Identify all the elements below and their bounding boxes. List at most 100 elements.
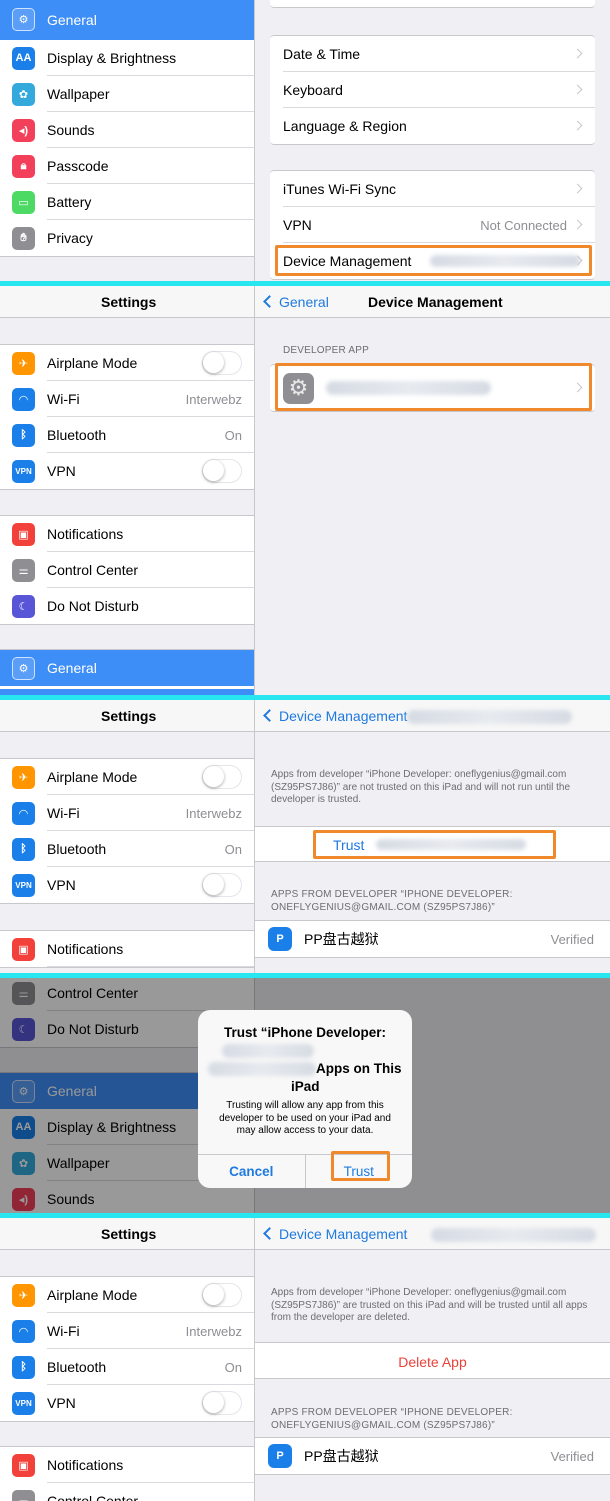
moon-icon: ☾ xyxy=(12,594,35,618)
row-label: Device Management xyxy=(283,253,412,269)
airplane-toggle[interactable] xyxy=(202,351,242,375)
app-row-pp[interactable]: P PP盘古越狱 Verified xyxy=(255,921,610,957)
vpn-icon: VPN xyxy=(12,873,35,897)
section-header: APPS FROM DEVELOPER “IPHONE DEVELOPER: O… xyxy=(271,889,513,913)
wifi-network: Interwebz xyxy=(185,391,242,407)
settings-sidebar: Settings ✈ Airplane Mode ◠ Wi-Fi Interwe… xyxy=(0,286,255,697)
wifi-network: Interwebz xyxy=(185,805,242,821)
sidebar-item-notifications[interactable]: ▣ Notifications xyxy=(0,931,254,967)
sidebar-item-notifications[interactable]: ▣ Notifications xyxy=(0,516,254,552)
sidebar-item-wifi[interactable]: ◠ Wi-Fi Interwebz xyxy=(0,381,254,417)
toggles-icon: ⚌ xyxy=(12,558,35,582)
delete-app-button[interactable]: Delete App xyxy=(255,1354,610,1370)
app-name: PP盘古越狱 xyxy=(304,931,379,947)
airplane-toggle[interactable] xyxy=(202,1283,242,1307)
back-button-device-management[interactable]: Device Management xyxy=(263,708,407,724)
row-label: Date & Time xyxy=(283,46,361,62)
sidebar-item-label: Wi-Fi xyxy=(47,391,80,407)
airplane-icon: ✈ xyxy=(12,351,35,375)
vpn-toggle[interactable] xyxy=(202,459,242,483)
bluetooth-icon: ᛒ xyxy=(12,837,35,861)
sidebar-item-sounds[interactable]: ◂) Sounds xyxy=(0,112,254,148)
pp-app-icon: P xyxy=(268,927,292,951)
sidebar-item-control-center[interactable]: ⚌ Control Center xyxy=(0,1483,254,1501)
sidebar-item-label: Do Not Disturb xyxy=(47,598,139,614)
detail-navbar: General Device Management xyxy=(255,286,610,318)
sidebar-item-wifi[interactable]: ◠ Wi-Fi Interwebz xyxy=(0,795,254,831)
sidebar-item-bluetooth[interactable]: ᛒ Bluetooth On xyxy=(0,417,254,453)
sidebar-navbar: Settings xyxy=(0,1218,254,1250)
divider xyxy=(0,1213,610,1218)
sidebar-item-general[interactable]: ⚙ General xyxy=(0,650,254,686)
gear-icon: ⚙ xyxy=(283,372,314,404)
vpn-toggle[interactable] xyxy=(202,873,242,897)
divider xyxy=(0,973,610,978)
chevron-left-icon xyxy=(263,295,276,308)
notifications-icon: ▣ xyxy=(12,1453,35,1477)
cancel-button[interactable]: Cancel xyxy=(198,1155,306,1188)
row-label: iTunes Wi-Fi Sync xyxy=(283,181,397,197)
sidebar-item-bluetooth[interactable]: ᛒ Bluetooth On xyxy=(0,831,254,867)
device-management-row[interactable]: Device Management xyxy=(270,243,595,279)
trusted-detail: Device Management Apps from developer “i… xyxy=(255,1218,610,1501)
page-title: Settings xyxy=(101,294,157,310)
vpn-row[interactable]: VPN Not Connected xyxy=(270,207,595,243)
sidebar-item-label: Sounds xyxy=(47,122,95,138)
sidebar-item-vpn[interactable]: VPN VPN xyxy=(0,453,254,489)
keyboard-row[interactable]: Keyboard xyxy=(270,72,595,108)
apps-group: P PP盘古越狱 Verified xyxy=(255,1437,610,1475)
airplane-toggle[interactable] xyxy=(202,765,242,789)
sidebar-item-label: Wallpaper xyxy=(47,86,110,102)
wifi-icon: ◠ xyxy=(12,801,35,825)
detail-navbar: Device Management xyxy=(255,1218,610,1250)
sidebar-item-battery[interactable]: ▭ Battery xyxy=(0,184,254,220)
redacted-title xyxy=(407,710,572,724)
sidebar-item-airplane[interactable]: ✈ Airplane Mode xyxy=(0,759,254,795)
verified-status: Verified xyxy=(550,1448,594,1464)
alert-message: Trusting will allow any app from this de… xyxy=(219,1100,391,1136)
sidebar-item-airplane[interactable]: ✈ Airplane Mode xyxy=(0,345,254,381)
language-region-row[interactable]: Language & Region xyxy=(270,108,595,144)
sidebar-item-label: General xyxy=(47,660,97,676)
back-label: General xyxy=(279,294,329,310)
sidebar-item-display[interactable]: AA Display & Brightness xyxy=(0,40,254,76)
sidebar-item-label: Airplane Mode xyxy=(47,769,138,785)
sidebar-item-dnd[interactable]: ☾ Do Not Disturb xyxy=(0,588,254,624)
sidebar-item-label: Notifications xyxy=(47,526,124,542)
chevron-right-icon xyxy=(572,120,583,131)
app-row-pp[interactable]: P PP盘古越狱 Verified xyxy=(255,1438,610,1474)
alert-title-line4: iPad xyxy=(291,1079,320,1094)
sidebar-item-vpn[interactable]: VPN VPN xyxy=(0,1385,254,1421)
sidebar-item-wallpaper[interactable]: ✿ Wallpaper xyxy=(0,76,254,112)
delete-group: Delete App xyxy=(255,1342,610,1379)
sidebar-item-control-center[interactable]: ⚌ Control Center xyxy=(0,552,254,588)
sidebar-item-label: VPN xyxy=(47,1395,76,1411)
sidebar-item-label: Notifications xyxy=(47,941,124,957)
back-label: Device Management xyxy=(279,1226,408,1242)
sidebar-item-privacy[interactable]: ✋︎ Privacy xyxy=(0,220,254,256)
developer-app-row[interactable]: ⚙ xyxy=(270,365,595,411)
sidebar-item-airplane[interactable]: ✈ Airplane Mode xyxy=(0,1277,254,1313)
date-time-row[interactable]: Date & Time xyxy=(270,36,595,72)
sidebar-item-general[interactable]: ⚙ General xyxy=(0,0,254,40)
trust-button[interactable]: Trust xyxy=(333,837,610,853)
itunes-sync-row[interactable]: iTunes Wi-Fi Sync xyxy=(270,171,595,207)
back-button-general[interactable]: General xyxy=(263,294,329,310)
vpn-toggle[interactable] xyxy=(202,1391,242,1415)
connectivity-group: ✈ Airplane Mode ◠ Wi-Fi Interwebz ᛒ Blue… xyxy=(0,1276,254,1422)
sidebar-item-vpn[interactable]: VPN VPN xyxy=(0,867,254,903)
sidebar-item-wifi[interactable]: ◠ Wi-Fi Interwebz xyxy=(0,1313,254,1349)
hand-icon: ✋︎ xyxy=(12,226,35,250)
divider xyxy=(0,695,610,700)
sidebar-item-passcode[interactable]: 🔒︎ Passcode xyxy=(0,148,254,184)
detail-navbar: Device Management xyxy=(255,700,610,732)
back-button-device-management[interactable]: Device Management xyxy=(263,1226,408,1242)
sidebar-navbar: Settings xyxy=(0,700,254,732)
device-management-detail: General Device Management DEVELOPER APP … xyxy=(255,286,610,697)
trust-button[interactable]: Trust xyxy=(306,1155,413,1188)
sidebar-item-label: VPN xyxy=(47,463,76,479)
airplane-icon: ✈ xyxy=(12,765,35,789)
notifications-group: ▣ Notifications ⚌ Control Center xyxy=(0,1446,254,1501)
sidebar-item-notifications[interactable]: ▣ Notifications xyxy=(0,1447,254,1483)
sidebar-item-bluetooth[interactable]: ᛒ Bluetooth On xyxy=(0,1349,254,1385)
